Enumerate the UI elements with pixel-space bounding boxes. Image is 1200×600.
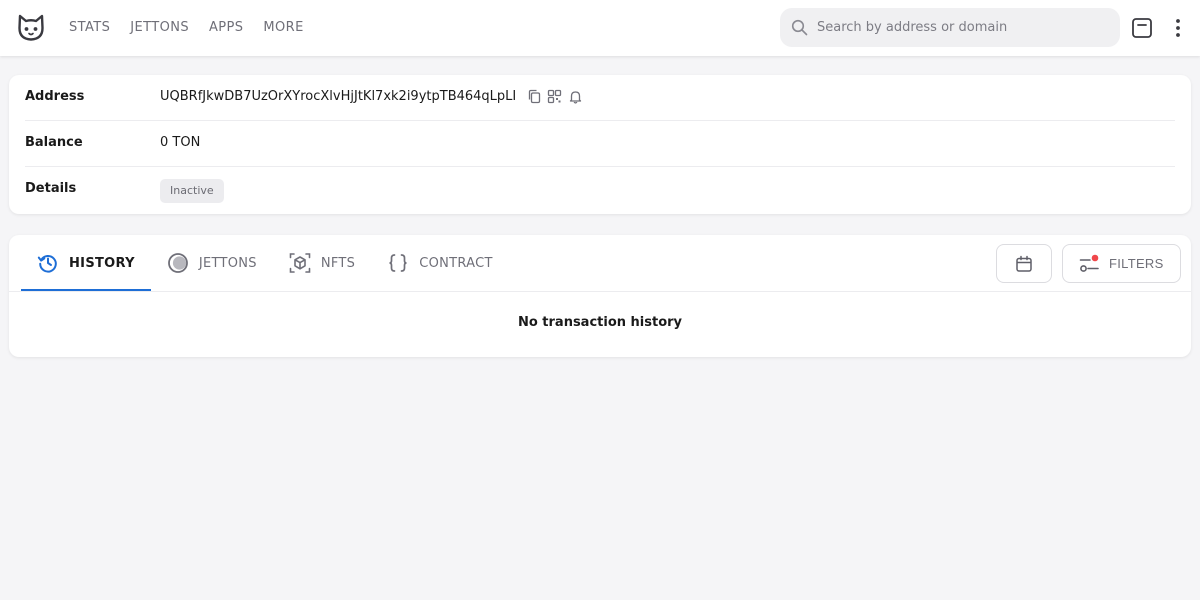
cat-logo-icon[interactable]	[17, 14, 45, 42]
more-vertical-icon[interactable]	[1166, 16, 1190, 40]
tab-bar: HISTORY JETTONS NFTS CONTRACT	[21, 235, 509, 291]
account-info-card: Address UQBRfJkwDB7UzOrXYrocXlvHjJtKl7xk…	[9, 75, 1191, 214]
main-nav: STATS JETTONS APPS MORE	[69, 20, 304, 35]
coin-icon	[167, 253, 188, 273]
empty-history-message: No transaction history	[517, 315, 683, 330]
nav-more[interactable]: MORE	[263, 20, 303, 35]
tab-history[interactable]: HISTORY	[21, 235, 151, 291]
tab-contract[interactable]: CONTRACT	[371, 235, 509, 291]
balance-label: Balance	[25, 135, 83, 150]
tab-jettons-label: JETTONS	[198, 255, 257, 271]
nav-jettons[interactable]: JETTONS	[130, 20, 189, 35]
address-row: Address UQBRfJkwDB7UzOrXYrocXlvHjJtKl7xk…	[25, 75, 1175, 121]
bell-icon[interactable]	[568, 89, 583, 104]
nav-apps[interactable]: APPS	[209, 20, 243, 35]
tab-contract-label: CONTRACT	[419, 255, 493, 271]
nav-stats[interactable]: STATS	[69, 20, 110, 35]
braces-icon	[389, 254, 407, 272]
tab-history-label: HISTORY	[69, 255, 135, 271]
filters-icon	[1079, 254, 1099, 272]
cube-icon	[289, 253, 311, 273]
qr-code-icon[interactable]	[547, 89, 562, 104]
copy-icon[interactable]	[527, 89, 542, 104]
tab-nfts[interactable]: NFTS	[273, 235, 371, 291]
search-box	[780, 8, 1120, 47]
status-badge: Inactive	[160, 179, 224, 203]
square-toggle-icon[interactable]	[1130, 16, 1154, 40]
search-icon	[791, 19, 808, 36]
tabs-divider	[9, 291, 1191, 292]
address-label: Address	[25, 89, 85, 104]
filters-button[interactable]: FILTERS	[1062, 244, 1181, 283]
tab-jettons[interactable]: JETTONS	[151, 235, 273, 291]
filters-label: FILTERS	[1109, 256, 1164, 271]
activity-card: HISTORY JETTONS NFTS CONTRACT FILTERS No…	[9, 235, 1191, 357]
calendar-icon	[1016, 255, 1032, 272]
balance-value: 0 TON	[160, 135, 201, 150]
top-bar: STATS JETTONS APPS MORE	[0, 0, 1200, 56]
balance-row: Balance 0 TON	[25, 121, 1175, 167]
details-row: Details Inactive	[25, 167, 1175, 213]
address-value[interactable]: UQBRfJkwDB7UzOrXYrocXlvHjJtKl7xk2i9ytpTB…	[160, 89, 516, 104]
history-icon	[37, 255, 57, 273]
search-input[interactable]	[817, 8, 1107, 47]
date-filter-button[interactable]	[996, 244, 1052, 283]
details-label: Details	[25, 181, 77, 196]
tab-nfts-label: NFTS	[320, 255, 356, 271]
